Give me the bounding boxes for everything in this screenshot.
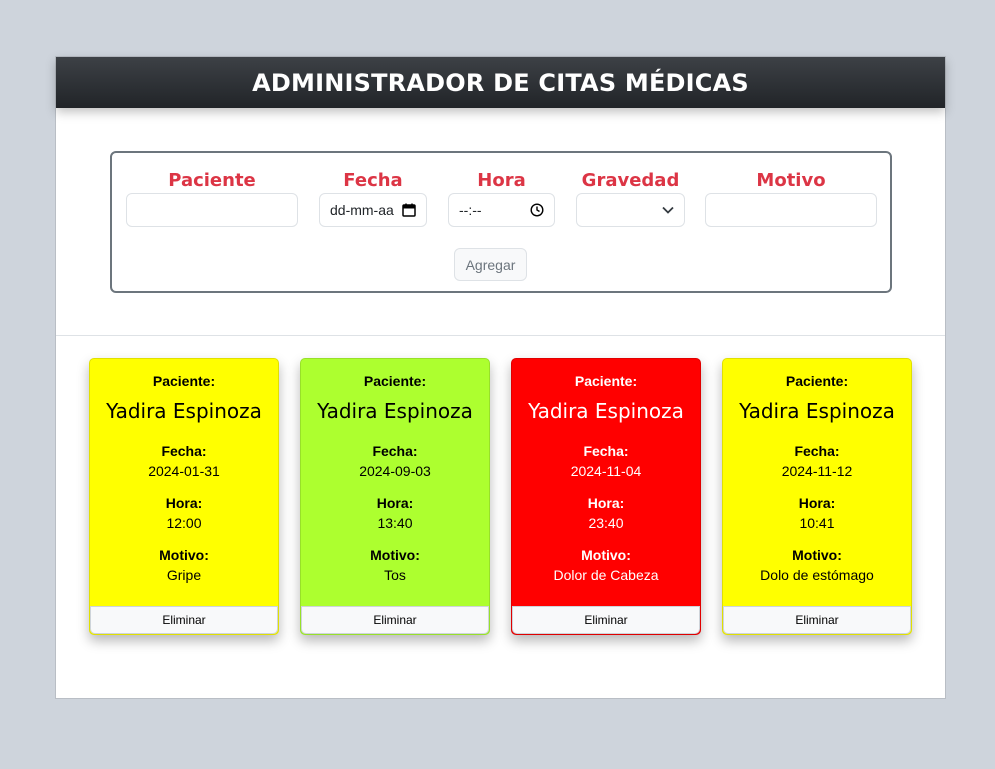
card-motivo-value: Dolor de Cabeza <box>553 567 659 583</box>
card-fecha-value: 2024-09-03 <box>359 463 431 479</box>
gravedad-label: Gravedad <box>581 170 680 191</box>
appointment-card: Paciente: Yadira Espinoza Fecha: 2024-11-12… <box>722 358 912 635</box>
card-hora-value: 12:00 <box>166 515 202 531</box>
appointment-card: Paciente: Yadira Espinoza Fecha: 2024-11-04… <box>511 358 701 635</box>
fecha-input[interactable]: dd-mm-aa <box>319 193 427 227</box>
card-motivo-value: Dolo de estómago <box>760 567 874 583</box>
appointment-card: Paciente: Yadira Espinoza Fecha: 2024-01-31… <box>89 358 279 635</box>
eliminar-button[interactable]: Eliminar <box>90 606 278 634</box>
card-hora-label: Hora: <box>165 495 203 511</box>
hora-input[interactable]: --:-- <box>448 193 555 227</box>
field-motivo: Motivo <box>705 169 877 227</box>
card-motivo-label: Motivo: <box>792 547 842 563</box>
card-hora-value: 10:41 <box>799 515 835 531</box>
field-gravedad: Gravedad <box>576 169 685 227</box>
calendar-icon[interactable] <box>402 203 416 217</box>
motivo-input[interactable] <box>705 193 877 227</box>
card-hora-label: Hora: <box>798 495 836 511</box>
field-paciente: Paciente <box>126 169 298 227</box>
gravedad-select[interactable] <box>576 193 685 227</box>
card-motivo-label: Motivo: <box>159 547 209 563</box>
field-hora: Hora --:-- <box>448 169 555 227</box>
card-fecha-value: 2024-11-04 <box>570 463 642 479</box>
fecha-placeholder: dd-mm-aa <box>330 202 394 218</box>
card-fecha-value: 2024-11-12 <box>781 463 853 479</box>
card-hora-label: Hora: <box>587 495 625 511</box>
eliminar-button[interactable]: Eliminar <box>301 606 489 634</box>
card-paciente-label: Paciente: <box>574 373 638 389</box>
card-paciente-label: Paciente: <box>363 373 427 389</box>
card-motivo-value: Gripe <box>166 567 202 583</box>
card-paciente-name: Yadira Espinoza <box>317 399 473 423</box>
card-fecha-label: Fecha: <box>583 443 629 459</box>
card-hora-label: Hora: <box>376 495 414 511</box>
motivo-label: Motivo <box>756 170 826 191</box>
agregar-button[interactable]: Agregar <box>454 248 527 281</box>
card-paciente-name: Yadira Espinoza <box>106 399 262 423</box>
divider <box>56 335 945 336</box>
card-paciente-name: Yadira Espinoza <box>528 399 684 423</box>
chevron-down-icon <box>662 206 674 214</box>
card-motivo-label: Motivo: <box>370 547 420 563</box>
page-title: ADMINISTRADOR DE CITAS MÉDICAS <box>252 68 749 97</box>
app-container: ADMINISTRADOR DE CITAS MÉDICAS Paciente … <box>55 56 946 699</box>
card-hora-value: 13:40 <box>377 515 413 531</box>
field-fecha: Fecha dd-mm-aa <box>319 169 427 227</box>
hora-label: Hora <box>477 170 526 191</box>
appointment-form: Paciente Fecha dd-mm-aa Hora --:-- Grave… <box>110 151 892 293</box>
app-header: ADMINISTRADOR DE CITAS MÉDICAS <box>56 57 945 108</box>
fecha-label: Fecha <box>343 170 403 191</box>
card-hora-value: 23:40 <box>588 515 624 531</box>
paciente-input[interactable] <box>126 193 298 227</box>
card-fecha-label: Fecha: <box>161 443 207 459</box>
card-motivo-value: Tos <box>384 567 406 583</box>
card-fecha-value: 2024-01-31 <box>148 463 220 479</box>
clock-icon[interactable] <box>530 203 544 217</box>
appointment-card: Paciente: Yadira Espinoza Fecha: 2024-09-03… <box>300 358 490 635</box>
paciente-label: Paciente <box>168 170 256 191</box>
hora-placeholder: --:-- <box>459 202 482 218</box>
card-paciente-name: Yadira Espinoza <box>739 399 895 423</box>
card-motivo-label: Motivo: <box>581 547 631 563</box>
card-paciente-label: Paciente: <box>785 373 849 389</box>
eliminar-button[interactable]: Eliminar <box>723 606 911 634</box>
card-fecha-label: Fecha: <box>372 443 418 459</box>
card-fecha-label: Fecha: <box>794 443 840 459</box>
card-paciente-label: Paciente: <box>152 373 216 389</box>
eliminar-button[interactable]: Eliminar <box>512 606 700 634</box>
